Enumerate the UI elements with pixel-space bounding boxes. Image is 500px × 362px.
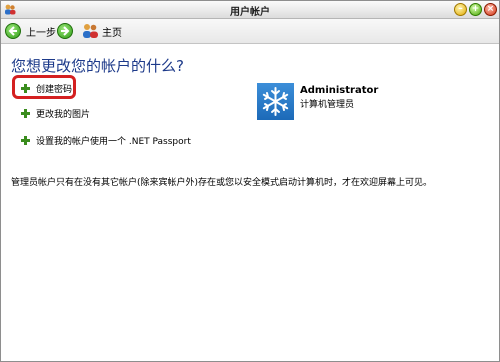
account-name: Administrator	[300, 85, 379, 96]
home-users-icon	[83, 24, 98, 38]
task-label: 创建密码	[36, 85, 73, 95]
task-setup-passport[interactable]: 设置我的帐户使用一个 .NET Passport	[21, 134, 191, 147]
maximize-icon: +	[471, 4, 480, 14]
account-role: 计算机管理员	[300, 100, 355, 110]
page-heading: 您想更改您的帐户的什么?	[11, 57, 184, 75]
home-button[interactable]: 主页	[81, 22, 122, 40]
navigation-toolbar: 上一步 主页	[1, 19, 499, 44]
snowflake-icon	[262, 87, 289, 116]
close-icon: ×	[486, 4, 495, 14]
task-arrow-icon	[21, 84, 30, 93]
task-label: 设置我的帐户使用一个 .NET Passport	[36, 137, 191, 147]
window-title: 用户帐户	[230, 7, 270, 18]
task-arrow-icon	[21, 136, 30, 145]
task-label: 更改我的图片	[36, 110, 91, 120]
user-avatar[interactable]	[257, 83, 294, 120]
maximize-button[interactable]: +	[469, 3, 482, 16]
admin-visibility-note: 管理员帐户只有在没有其它帐户(除来宾帐户外)存在或您以安全模式启动计算机时，才在…	[11, 178, 433, 188]
user-accounts-window: 用户帐户 – + × 上一步 主页 您想更改您的帐户的什么? 创建密码 更改我的…	[0, 0, 500, 362]
title-bar[interactable]: 用户帐户 – + ×	[1, 1, 499, 19]
close-button[interactable]: ×	[484, 3, 497, 16]
forward-button[interactable]	[57, 22, 73, 40]
forward-arrow-icon	[57, 23, 73, 39]
back-arrow-icon	[5, 23, 21, 39]
task-change-picture[interactable]: 更改我的图片	[21, 107, 90, 120]
minimize-button[interactable]: –	[454, 3, 467, 16]
back-button[interactable]: 上一步	[5, 22, 56, 40]
home-label: 主页	[102, 27, 122, 39]
task-arrow-icon	[21, 109, 30, 118]
minimize-icon: –	[458, 4, 463, 14]
task-create-password[interactable]: 创建密码	[21, 82, 72, 95]
back-label: 上一步	[26, 27, 56, 39]
